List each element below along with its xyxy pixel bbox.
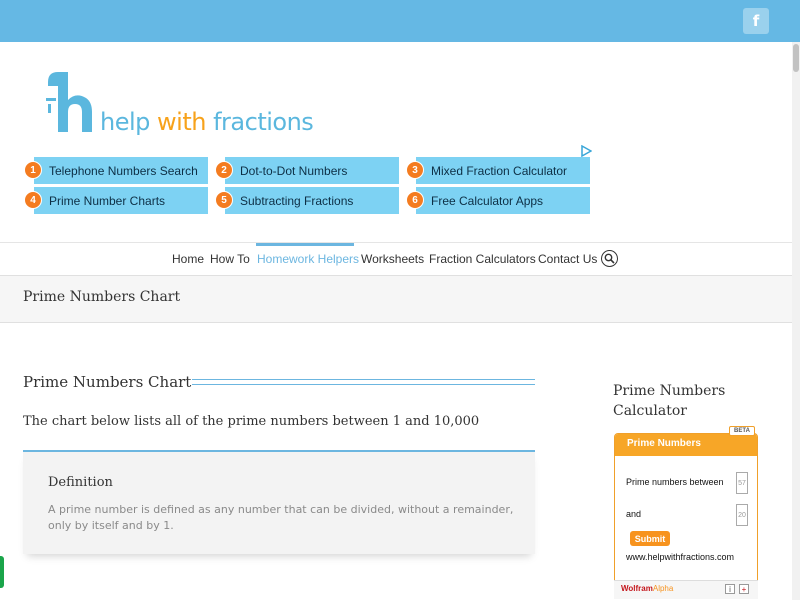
search-icon (604, 253, 615, 264)
definition-title: Definition (48, 475, 113, 490)
ad-link-1[interactable]: Telephone Numbers Search (34, 157, 208, 184)
widget-label-between: Prime numbers between (626, 477, 724, 487)
info-icon[interactable]: i (725, 584, 735, 594)
adchoices-icon[interactable] (580, 145, 592, 157)
nav-item-fraction-calculators[interactable]: Fraction Calculators (429, 252, 536, 266)
add-widget-icon[interactable]: + (739, 584, 749, 594)
ad-link-3[interactable]: Mixed Fraction Calculator (416, 157, 590, 184)
ad-link-5[interactable]: Subtracting Fractions (225, 187, 399, 214)
nav-item-homework-helpers[interactable]: Homework Helpers (257, 252, 359, 266)
scrollbar-thumb[interactable] (793, 44, 799, 72)
feedback-tab[interactable] (0, 556, 4, 588)
definition-text: A prime number is defined as any number … (48, 503, 514, 532)
widget-input-second[interactable]: 20 (736, 504, 748, 526)
nav-item-home[interactable]: Home (172, 252, 204, 266)
main-nav: Home How To Homework Helpers Worksheets … (0, 243, 792, 275)
content-subheading: The chart below lists all of the prime n… (23, 414, 480, 429)
search-button[interactable] (601, 250, 618, 267)
page-title: Prime Numbers Chart (23, 289, 181, 305)
content-heading: Prime Numbers Chart (23, 373, 192, 391)
ad-number-badge: 5 (215, 191, 233, 209)
ad-link-2[interactable]: Dot-to-Dot Numbers (225, 157, 399, 184)
ad-number-badge: 2 (215, 161, 233, 179)
widget-submit-button[interactable]: Submit (630, 531, 670, 546)
ad-number-badge: 6 (406, 191, 424, 209)
facebook-icon[interactable]: f (743, 8, 769, 34)
nav-item-worksheets[interactable]: Worksheets (361, 252, 424, 266)
nav-item-how-to[interactable]: How To (210, 252, 250, 266)
ad-number-badge: 1 (24, 161, 42, 179)
ad-number-badge: 3 (406, 161, 424, 179)
sidebar-title: Prime Numbers Calculator (613, 383, 726, 419)
widget-header: Prime Numbers (615, 434, 757, 456)
beta-badge: BETA (729, 426, 755, 436)
widget-label-and: and (626, 509, 642, 519)
nav-item-contact-us[interactable]: Contact Us (538, 252, 597, 266)
top-bar (0, 0, 800, 42)
widget-header-title: Prime Numbers (627, 438, 701, 449)
ad-number-badge: 4 (24, 191, 42, 209)
ad-link-4[interactable]: Prime Number Charts (34, 187, 208, 214)
ad-link-6[interactable]: Free Calculator Apps (416, 187, 590, 214)
widget-site-link[interactable]: www.helpwithfractions.com (626, 552, 734, 562)
scrollbar-track[interactable] (792, 42, 800, 600)
site-logo-text[interactable]: help with fractions (100, 108, 314, 136)
widget-input-first[interactable]: 57 (736, 472, 748, 494)
heading-separator (192, 379, 535, 385)
wolframalpha-logo[interactable]: WolframAlpha (621, 584, 673, 593)
